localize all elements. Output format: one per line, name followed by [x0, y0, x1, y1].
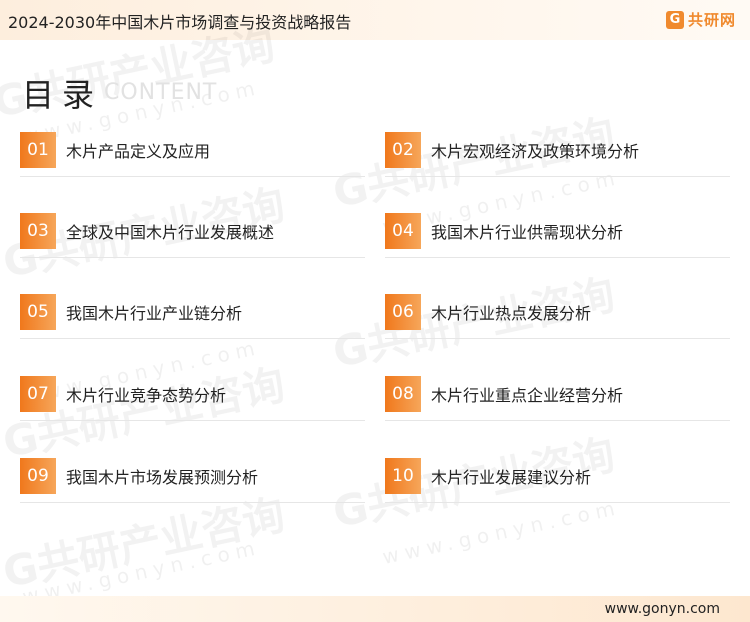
toc-number-badge: 05: [20, 294, 56, 330]
toc-number-badge: 01: [20, 132, 56, 168]
toc-item-label: 木片行业竞争态势分析: [66, 386, 227, 405]
toc-number-badge: 10: [385, 458, 421, 494]
toc-item-label: 我国木片行业供需现状分析: [431, 223, 624, 242]
toc-item-label: 木片宏观经济及政策环境分析: [431, 142, 640, 161]
divider: [385, 338, 730, 339]
toc-item-10[interactable]: 10 木片行业发展建议分析: [385, 458, 730, 514]
toc-number-badge: 08: [385, 376, 421, 412]
toc-item-08[interactable]: 08 木片行业重点企业经营分析: [385, 376, 730, 432]
divider: [20, 502, 365, 503]
toc-item-02[interactable]: 02 木片宏观经济及政策环境分析: [385, 132, 730, 188]
divider: [385, 502, 730, 503]
toc-number-badge: 09: [20, 458, 56, 494]
toc-item-label: 我国木片行业产业链分析: [66, 304, 243, 323]
toc-item-09[interactable]: 09 我国木片市场发展预测分析: [20, 458, 365, 514]
toc-item-06[interactable]: 06 木片行业热点发展分析: [385, 294, 730, 350]
toc-item-label: 木片产品定义及应用: [66, 142, 211, 161]
toc-title: 目录: [22, 76, 103, 114]
toc-item-label: 全球及中国木片行业发展概述: [66, 223, 275, 242]
divider: [20, 257, 365, 258]
toc-item-label: 木片行业发展建议分析: [431, 468, 592, 487]
divider: [20, 338, 365, 339]
toc-number-badge: 06: [385, 294, 421, 330]
toc-number-badge: 02: [385, 132, 421, 168]
logo-icon: G: [665, 10, 684, 29]
toc-item-04[interactable]: 04 我国木片行业供需现状分析: [385, 213, 730, 269]
divider: [20, 176, 365, 177]
toc-item-label: 我国木片市场发展预测分析: [66, 468, 259, 487]
toc-item-03[interactable]: 03 全球及中国木片行业发展概述: [20, 213, 365, 269]
toc-item-07[interactable]: 07 木片行业竞争态势分析: [20, 376, 365, 432]
footer-bar: www.gonyn.com: [0, 596, 750, 622]
toc-item-05[interactable]: 05 我国木片行业产业链分析: [20, 294, 365, 350]
toc-item-01[interactable]: 01 木片产品定义及应用: [20, 132, 365, 188]
divider: [385, 420, 730, 421]
divider: [385, 257, 730, 258]
divider: [20, 420, 365, 421]
toc-subtitle: CONTENT: [104, 80, 218, 105]
brand-logo: G 共研网: [665, 9, 736, 30]
toc-number-badge: 03: [20, 213, 56, 249]
toc-item-label: 木片行业重点企业经营分析: [431, 386, 624, 405]
brand-name: 共研网: [687, 11, 736, 29]
toc-number-badge: 07: [20, 376, 56, 412]
report-title: 2024-2030年中国木片市场调查与投资战略报告: [8, 13, 352, 32]
toc-item-label: 木片行业热点发展分析: [431, 304, 592, 323]
footer-url-link[interactable]: www.gonyn.com: [605, 601, 720, 617]
divider: [385, 176, 730, 177]
header-bar: 2024-2030年中国木片市场调查与投资战略报告 G 共研网: [0, 0, 750, 40]
toc-number-badge: 04: [385, 213, 421, 249]
